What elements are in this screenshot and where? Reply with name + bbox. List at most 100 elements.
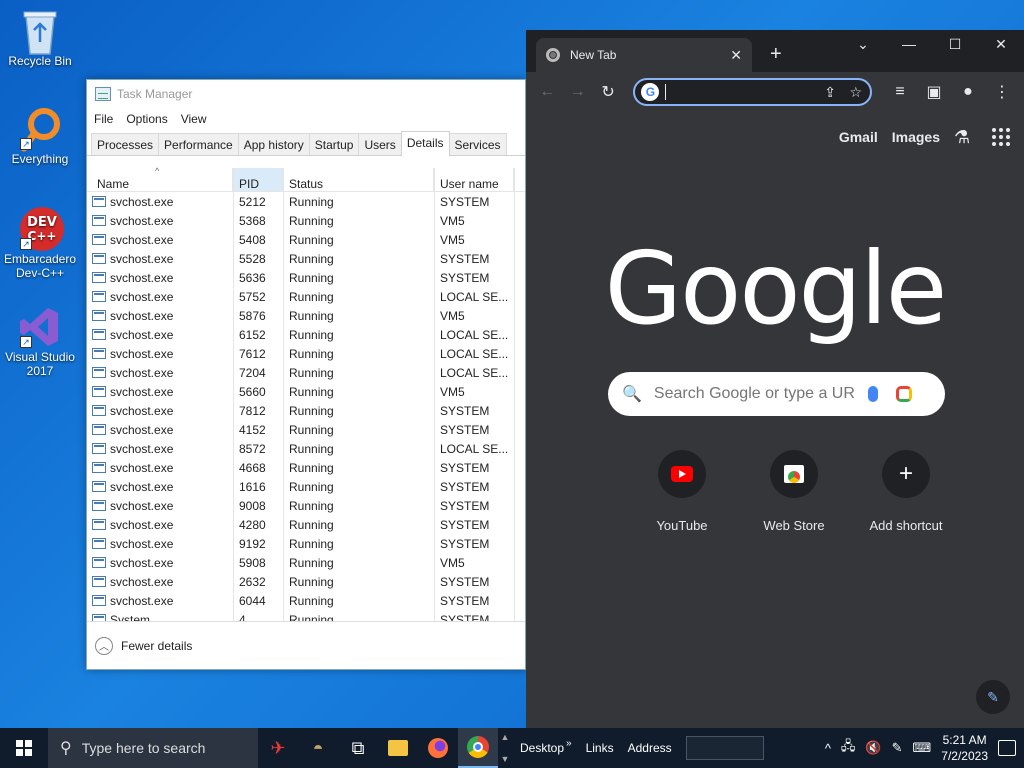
- labs-flask-icon[interactable]: ⚗: [954, 127, 978, 147]
- toolbar-links[interactable]: Links: [586, 741, 614, 755]
- task-manager-titlebar[interactable]: Task Manager: [87, 80, 525, 108]
- pen-icon[interactable]: ✎: [892, 740, 903, 756]
- tab-services[interactable]: Services: [448, 133, 507, 155]
- table-row[interactable]: svchost.exe 6152 Running LOCAL SE...: [87, 325, 525, 344]
- reload-icon[interactable]: ↻: [593, 76, 623, 108]
- column-header-pid[interactable]: PID: [233, 168, 283, 191]
- tab-users[interactable]: Users: [358, 133, 402, 155]
- column-header-user-name[interactable]: User name: [434, 168, 514, 191]
- gmail-link[interactable]: Gmail: [839, 129, 878, 145]
- table-row[interactable]: svchost.exe 6044 Running SYSTEM: [87, 591, 525, 610]
- table-row[interactable]: svchost.exe 5660 Running VM5: [87, 382, 525, 401]
- chevron-up-icon[interactable]: ︿: [95, 636, 113, 655]
- maximize-icon[interactable]: ☐: [932, 36, 978, 53]
- task-manager-window[interactable]: Task Manager File Options View Processes…: [86, 79, 526, 670]
- keyboard-icon[interactable]: ⌨: [913, 740, 932, 756]
- chevron-right-icon[interactable]: »: [566, 738, 572, 749]
- address-bar[interactable]: G ⇪ ☆: [633, 78, 873, 106]
- menu-view[interactable]: View: [181, 112, 207, 126]
- media-control-icon[interactable]: ≡: [884, 76, 916, 108]
- toolbar-address-input[interactable]: [685, 736, 764, 760]
- chevron-up-icon[interactable]: ▲: [501, 732, 510, 742]
- menu-file[interactable]: File: [94, 112, 113, 126]
- chrome-menu-icon[interactable]: ⋮: [986, 76, 1018, 108]
- desktop-icon-visual-studio[interactable]: ↗ Visual Studio 2017: [0, 304, 80, 378]
- details-process-list[interactable]: svchost.exe 5212 Running SYSTEM svchost.exe 5…: [87, 192, 525, 622]
- chrome-window[interactable]: New Tab ✕ + ⌄ — ☐ ✕ ← → ↻ G ⇪ ☆ ≡ ▣ ● ⋮ …: [526, 30, 1024, 728]
- table-row[interactable]: svchost.exe 4152 Running SYSTEM: [87, 420, 525, 439]
- table-row[interactable]: svchost.exe 9192 Running SYSTEM: [87, 534, 525, 553]
- share-icon[interactable]: ⇪: [824, 84, 836, 101]
- table-row[interactable]: svchost.exe 5368 Running VM5: [87, 211, 525, 230]
- close-tab-icon[interactable]: ✕: [730, 47, 742, 64]
- ntp-search-box[interactable]: 🔍: [608, 372, 945, 416]
- profile-avatar-icon[interactable]: ●: [952, 76, 984, 108]
- ntp-search-input[interactable]: [653, 385, 854, 403]
- table-row[interactable]: svchost.exe 5876 Running VM5: [87, 306, 525, 325]
- column-header-status[interactable]: Status: [283, 168, 434, 191]
- desktop-icon-everything[interactable]: ↗ Everything: [0, 106, 80, 166]
- taskbar-file-explorer[interactable]: [378, 728, 418, 768]
- new-tab-button[interactable]: +: [770, 43, 782, 66]
- tab-performance[interactable]: Performance: [158, 133, 239, 155]
- tab-startup[interactable]: Startup: [308, 133, 360, 155]
- taskbar-firefox[interactable]: [418, 728, 458, 768]
- voice-search-icon[interactable]: [867, 386, 878, 402]
- chevron-down-icon[interactable]: ▼: [501, 754, 510, 764]
- back-arrow-icon[interactable]: ←: [532, 76, 562, 108]
- volume-muted-icon[interactable]: 🔇: [865, 740, 881, 756]
- table-row[interactable]: svchost.exe 4280 Running SYSTEM: [87, 515, 525, 534]
- taskbar-app-gimp[interactable]: ◓: [298, 728, 338, 768]
- taskbar-clock[interactable]: 5:21 AM 7/2/2023: [941, 732, 988, 764]
- shortcut-add[interactable]: + Add shortcut: [850, 450, 962, 533]
- start-button[interactable]: [0, 728, 48, 768]
- desktop-icon-recycle-bin[interactable]: Recycle Bin: [0, 8, 80, 68]
- table-row[interactable]: svchost.exe 7612 Running LOCAL SE...: [87, 344, 525, 363]
- process-user: SYSTEM: [440, 460, 490, 475]
- table-row[interactable]: svchost.exe 7812 Running SYSTEM: [87, 401, 525, 420]
- chrome-tab-new-tab[interactable]: New Tab ✕: [536, 38, 752, 72]
- network-icon[interactable]: 🖧: [841, 737, 856, 759]
- table-row[interactable]: svchost.exe 5752 Running LOCAL SE...: [87, 287, 525, 306]
- process-name-cell: svchost.exe: [87, 328, 233, 342]
- google-lens-icon[interactable]: [895, 386, 912, 402]
- bookmark-star-icon[interactable]: ☆: [849, 84, 862, 101]
- shortcut-youtube[interactable]: YouTube: [626, 450, 738, 533]
- shortcut-web-store[interactable]: Web Store: [738, 450, 850, 533]
- desktop-icon-devcpp[interactable]: DEV C++ ↗ Embarcadero Dev-C++: [0, 206, 80, 280]
- table-row[interactable]: svchost.exe 7204 Running LOCAL SE...: [87, 363, 525, 382]
- table-row[interactable]: svchost.exe 5636 Running SYSTEM: [87, 268, 525, 287]
- column-header-name[interactable]: ^ Name: [87, 166, 233, 191]
- tray-overflow-chevron-icon[interactable]: ^: [825, 741, 831, 756]
- tab-app-history[interactable]: App history: [237, 133, 310, 155]
- taskbar-app-tools[interactable]: ✈: [258, 728, 298, 768]
- taskbar-task-view[interactable]: ⧉: [338, 728, 378, 768]
- toolbar-desktop[interactable]: Desktop: [520, 741, 564, 755]
- table-row[interactable]: svchost.exe 4668 Running SYSTEM: [87, 458, 525, 477]
- table-row[interactable]: svchost.exe 5528 Running SYSTEM: [87, 249, 525, 268]
- taskbar-chrome[interactable]: [458, 728, 498, 768]
- table-row[interactable]: svchost.exe 1616 Running SYSTEM: [87, 477, 525, 496]
- close-window-icon[interactable]: ✕: [978, 36, 1024, 53]
- table-row[interactable]: svchost.exe 2632 Running SYSTEM: [87, 572, 525, 591]
- side-panel-icon[interactable]: ▣: [918, 76, 950, 108]
- images-link[interactable]: Images: [892, 129, 940, 145]
- tab-processes[interactable]: Processes: [91, 133, 160, 155]
- tab-details[interactable]: Details: [400, 131, 450, 156]
- table-row[interactable]: svchost.exe 9008 Running SYSTEM: [87, 496, 525, 515]
- tab-search-icon[interactable]: ⌄: [840, 36, 886, 53]
- taskbar-search-box[interactable]: ⚲ Type here to search: [48, 728, 258, 768]
- forward-arrow-icon[interactable]: →: [562, 76, 592, 108]
- table-row[interactable]: svchost.exe 5908 Running VM5: [87, 553, 525, 572]
- google-apps-icon[interactable]: [992, 128, 1010, 146]
- fewer-details-link[interactable]: Fewer details: [121, 639, 192, 653]
- customize-pencil-icon[interactable]: ✎: [976, 680, 1010, 714]
- taskbar-scroll-arrows[interactable]: ▲ ▼: [498, 728, 512, 768]
- menu-options[interactable]: Options: [126, 112, 167, 126]
- table-row[interactable]: svchost.exe 8572 Running LOCAL SE...: [87, 439, 525, 458]
- notification-center-icon[interactable]: [998, 740, 1016, 756]
- desktop-icon-label: Everything: [11, 152, 69, 166]
- table-row[interactable]: svchost.exe 5212 Running SYSTEM: [87, 192, 525, 211]
- table-row[interactable]: svchost.exe 5408 Running VM5: [87, 230, 525, 249]
- minimize-icon[interactable]: —: [886, 36, 932, 53]
